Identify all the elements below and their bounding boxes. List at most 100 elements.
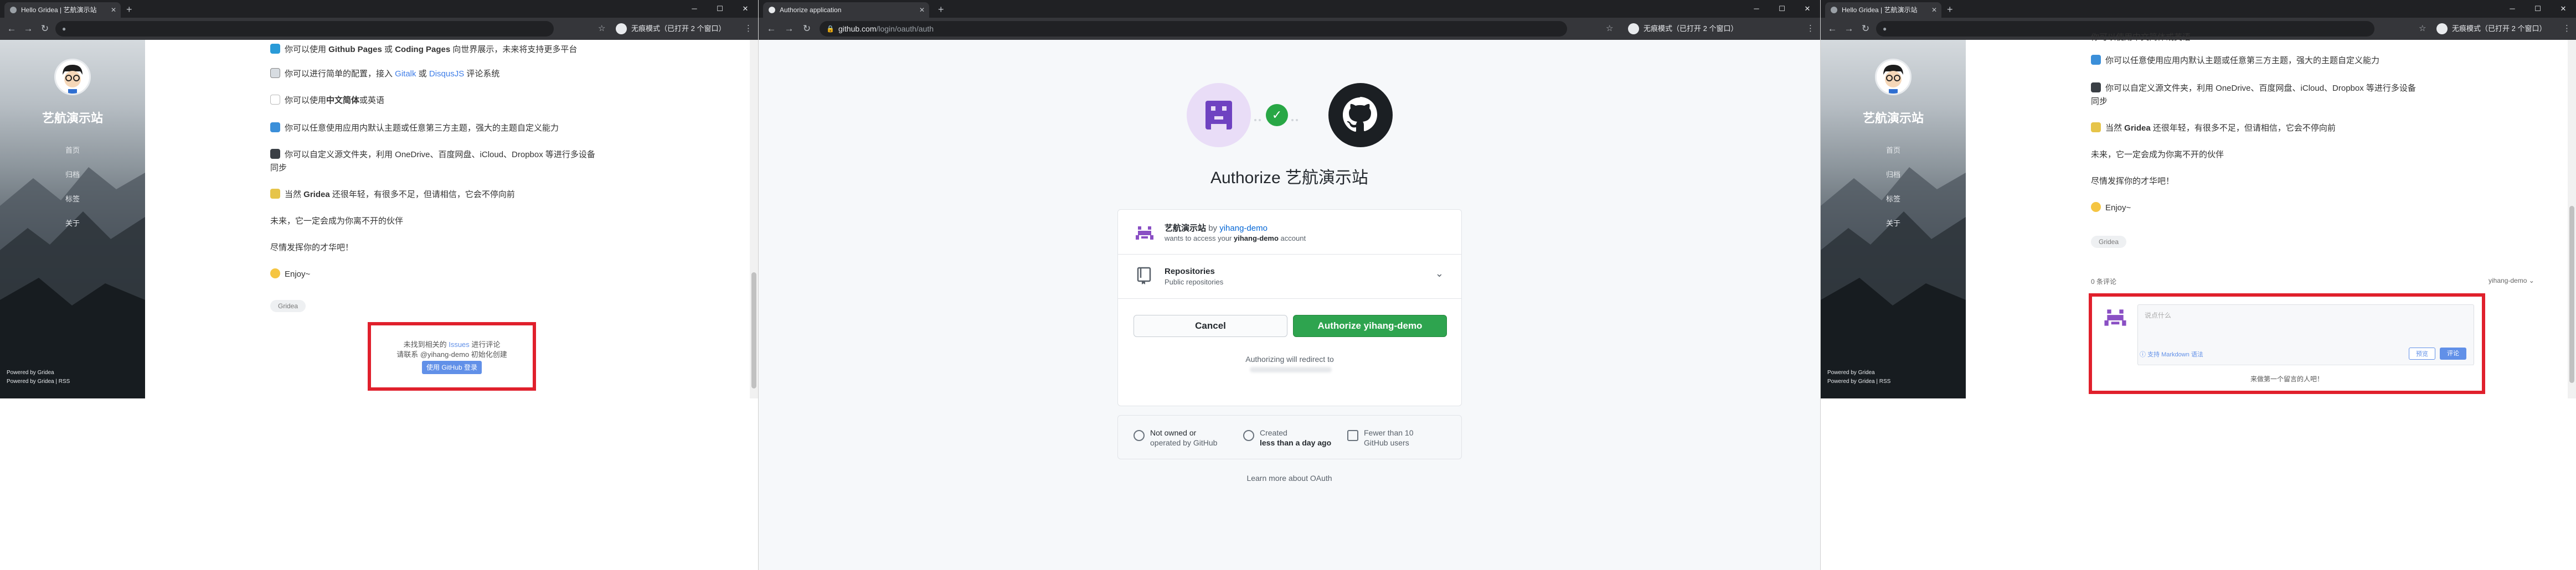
comment-count: 0 条评论: [2091, 278, 2117, 286]
forward-icon[interactable]: →: [1841, 18, 1857, 40]
sidebar-item-about[interactable]: 关于: [1821, 211, 1966, 236]
tab-title: Hello Gridea | 艺航演示站: [1842, 6, 1918, 14]
address-bar[interactable]: 🔒 github.com/login/oauth/auth: [820, 21, 1567, 37]
cancel-button[interactable]: Cancel: [1134, 315, 1287, 337]
chevron-down-icon[interactable]: ⌄: [1435, 268, 1444, 279]
window-controls: ─ ☐ ✕: [682, 0, 758, 18]
star-icon[interactable]: ☆: [598, 18, 605, 40]
github-login-button[interactable]: 使用 GitHub 登录: [422, 361, 482, 374]
page-scrollbar[interactable]: [2568, 40, 2576, 398]
scrollbar-thumb[interactable]: [2569, 206, 2574, 383]
sidebar-item-archive[interactable]: 归档: [0, 163, 145, 187]
page-scrollbar[interactable]: [750, 40, 758, 398]
url-path: /login/oauth/auth: [876, 24, 934, 33]
star-icon[interactable]: ☆: [1606, 18, 1613, 40]
site-title[interactable]: 艺航演示站: [1821, 108, 1966, 126]
maximize-icon[interactable]: ☐: [1769, 0, 1795, 18]
incognito-label: 无痕模式（已打开 2 个窗口）: [2452, 24, 2547, 33]
maximize-icon[interactable]: ☐: [707, 0, 733, 18]
app-title-line: 艺航演示站 by yihang-demo: [1165, 224, 1268, 233]
learn-more-link[interactable]: Learn more about OAuth: [759, 474, 1820, 483]
menu-icon[interactable]: ⋮: [744, 18, 753, 40]
incognito-indicator[interactable]: 无痕模式（已打开 2 个窗口）: [1627, 21, 1738, 37]
sidebar-item-about[interactable]: 关于: [0, 211, 145, 236]
blank-area: [0, 398, 758, 570]
disqusjs-link[interactable]: DisqusJS: [429, 69, 464, 79]
gitalk-link[interactable]: Gitalk: [395, 69, 416, 79]
post-paragraph: 未来，它一定会成为你离不开的伙伴: [2091, 150, 2224, 159]
incognito-icon: [1628, 23, 1639, 34]
tab-title: Hello Gridea | 艺航演示站: [21, 6, 97, 14]
page-title: Authorize 艺航演示站: [1210, 169, 1369, 187]
tab-close-icon[interactable]: ✕: [919, 2, 925, 18]
smile-emoji-icon: [270, 268, 280, 278]
authorize-card: 艺航演示站 by yihang-demo wants to access you…: [1117, 209, 1462, 406]
app-name: 艺航演示站: [1165, 224, 1207, 233]
user-menu[interactable]: yihang-demo ⌄: [2489, 277, 2534, 284]
comment-placeholder: 说点什么: [2145, 312, 2172, 319]
avatar[interactable]: [54, 59, 91, 95]
address-bar[interactable]: ●: [55, 21, 554, 37]
browser-tab[interactable]: Hello Gridea | 艺航演示站 ✕: [4, 2, 121, 18]
check-icon: ✓: [1266, 104, 1288, 126]
incognito-indicator[interactable]: 无痕模式（已打开 2 个窗口）: [2435, 21, 2546, 37]
preview-button[interactable]: 预览: [2409, 348, 2435, 360]
menu-icon[interactable]: ⋮: [2563, 18, 2571, 40]
maximize-icon[interactable]: ☐: [2525, 0, 2551, 18]
forward-icon[interactable]: →: [781, 18, 797, 40]
browser-tab[interactable]: Hello Gridea | 艺航演示站 ✕: [1825, 2, 1941, 18]
forward-icon[interactable]: →: [20, 18, 37, 40]
footer-line-2[interactable]: Powered by Gridea | RSS: [1827, 377, 1890, 386]
close-window-icon[interactable]: ✕: [2551, 0, 2576, 18]
star-icon[interactable]: ☆: [2419, 18, 2426, 40]
app-avatar-icon: [1135, 223, 1155, 243]
back-icon[interactable]: ←: [3, 18, 20, 40]
avatar[interactable]: [1875, 59, 1912, 95]
incognito-indicator[interactable]: 无痕模式（已打开 2 个窗口）: [615, 21, 725, 37]
new-tab-icon[interactable]: +: [938, 2, 944, 17]
reload-icon[interactable]: ↻: [37, 18, 53, 40]
close-window-icon[interactable]: ✕: [1795, 0, 1820, 18]
authorize-button[interactable]: Authorize yihang-demo: [1293, 315, 1447, 337]
tab-close-icon[interactable]: ✕: [111, 2, 116, 18]
markdown-hint-link[interactable]: ⓘ 支持 Markdown 语法: [2140, 350, 2203, 359]
incognito-icon: [2436, 23, 2448, 34]
tag-chip[interactable]: Gridea: [270, 300, 306, 312]
clock-icon: [1243, 430, 1254, 441]
back-icon[interactable]: ←: [1824, 18, 1841, 40]
tag-chip[interactable]: Gridea: [2091, 236, 2127, 248]
sidebar-footer: Powered by Gridea Powered by Gridea | RS…: [1827, 369, 1890, 386]
comment-contact-text: 请联系 @yihang-demo 初始化创建: [396, 350, 507, 359]
sidebar-item-home[interactable]: 首页: [1821, 138, 1966, 163]
submit-comment-button[interactable]: 评论: [2440, 348, 2466, 360]
minimize-icon[interactable]: ─: [1744, 0, 1769, 18]
issues-link[interactable]: Issues: [449, 340, 470, 349]
scrollbar-thumb[interactable]: [751, 272, 756, 388]
reload-icon[interactable]: ↻: [1857, 18, 1874, 40]
post-paragraph: Enjoy~: [270, 268, 310, 281]
lock-icon: ●: [1883, 25, 1887, 33]
new-tab-icon[interactable]: +: [126, 2, 132, 17]
sidebar-item-archive[interactable]: 归档: [1821, 163, 1966, 187]
close-window-icon[interactable]: ✕: [733, 0, 758, 18]
repositories-row[interactable]: Repositories Public repositories ⌄: [1118, 255, 1461, 298]
menu-icon[interactable]: ⋮: [1806, 18, 1815, 40]
sidebar-item-home[interactable]: 首页: [0, 138, 145, 163]
site-title[interactable]: 艺航演示站: [0, 108, 145, 126]
tab-close-icon[interactable]: ✕: [1931, 2, 1937, 18]
back-icon[interactable]: ←: [763, 18, 780, 40]
minimize-icon[interactable]: ─: [682, 0, 707, 18]
footer-line-1: Powered by Gridea: [1827, 370, 1875, 376]
owner-link[interactable]: yihang-demo: [1219, 224, 1268, 233]
reload-icon[interactable]: ↻: [798, 18, 815, 40]
incognito-icon: [616, 23, 627, 34]
new-tab-icon[interactable]: +: [1947, 2, 1953, 17]
footer-line-2[interactable]: Powered by Gridea | RSS: [7, 377, 70, 386]
sidebar-nav: 首页 归档 标签 关于: [0, 138, 145, 236]
minimize-icon[interactable]: ─: [2500, 0, 2525, 18]
browser-tab[interactable]: Authorize application ✕: [763, 2, 929, 18]
connector-dots-icon: [1291, 114, 1300, 121]
favicon-icon: [1831, 7, 1837, 13]
sidebar-item-tags[interactable]: 标签: [1821, 187, 1966, 211]
sidebar-item-tags[interactable]: 标签: [0, 187, 145, 211]
